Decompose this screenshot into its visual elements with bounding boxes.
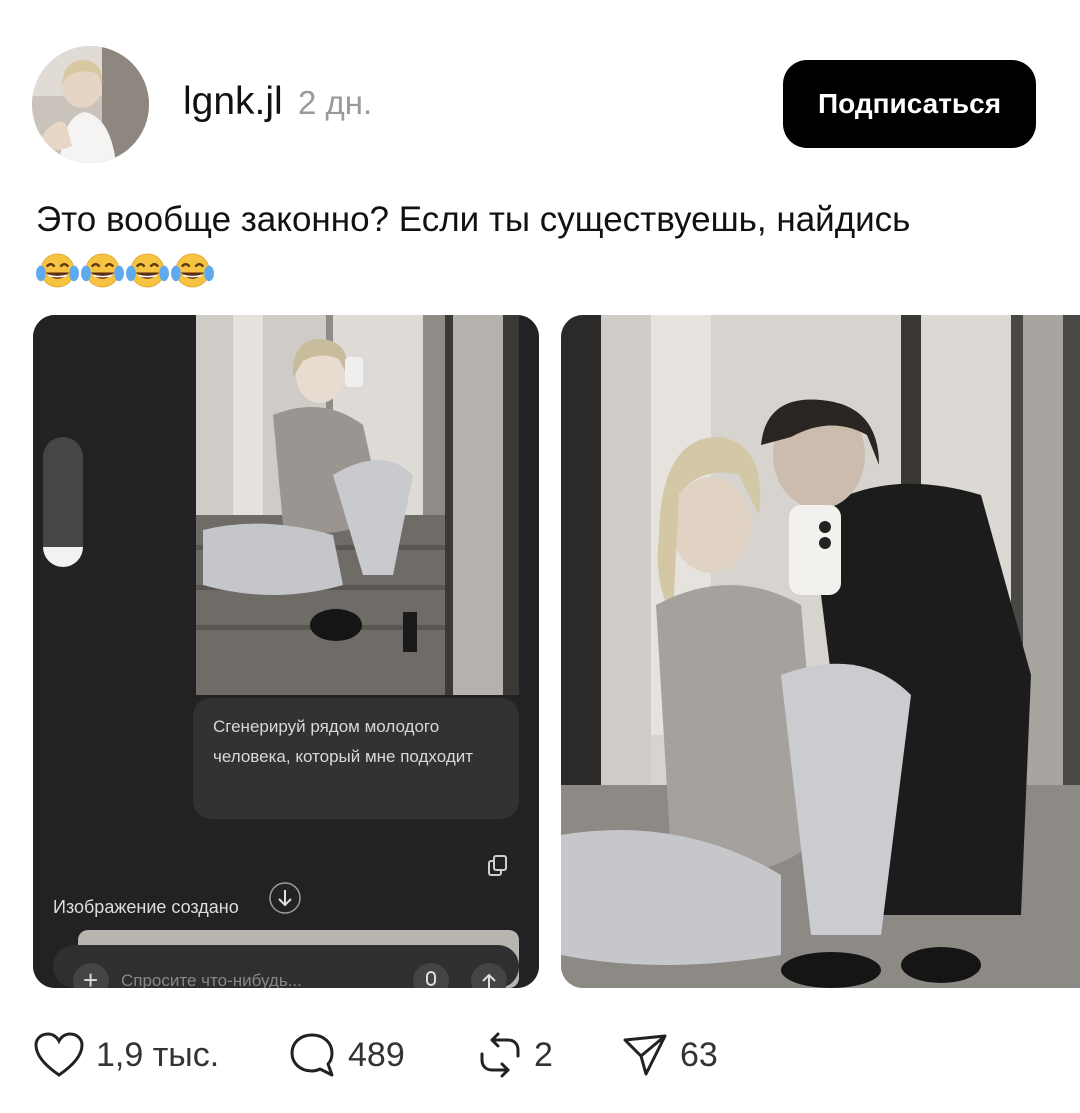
like-count: 1,9 тыс. xyxy=(96,1035,220,1074)
send-icon xyxy=(623,1034,667,1076)
image-created-caption: Изображение создано xyxy=(53,897,239,917)
username[interactable]: lgnk.jl xyxy=(183,80,283,124)
heart-icon xyxy=(34,1032,84,1077)
repost-icon xyxy=(480,1032,520,1078)
face-with-tears-of-joy-icon xyxy=(36,253,79,288)
comment-count: 489 xyxy=(348,1035,405,1074)
chat-prompt-bubble: Сгенерируй рядом молодого человека, кото… xyxy=(193,698,519,819)
face-with-tears-of-joy-icon xyxy=(171,253,214,288)
media-image-1[interactable]: Сгенерируй рядом молодого человека, кото… xyxy=(33,315,539,988)
post-text-line: Это вообще законно? Если ты существуешь,… xyxy=(36,200,911,239)
repost-count: 2 xyxy=(534,1035,553,1074)
face-with-tears-of-joy-icon xyxy=(81,253,124,288)
share-count: 63 xyxy=(680,1035,718,1074)
follow-button[interactable]: Подписаться xyxy=(783,60,1036,148)
avatar-photo xyxy=(32,46,149,163)
face-with-tears-of-joy-icon xyxy=(126,253,169,288)
copy-icon[interactable] xyxy=(488,855,508,877)
avatar[interactable] xyxy=(32,46,149,163)
post-time: 2 дн. xyxy=(298,84,373,121)
scroll-down-icon[interactable] xyxy=(268,881,302,915)
post-text: Это вообще законно? Если ты существуешь,… xyxy=(36,196,1046,292)
emoji-row xyxy=(36,245,1046,292)
comment-icon xyxy=(290,1033,334,1077)
share-action[interactable]: 63 xyxy=(622,1030,718,1080)
comment-action[interactable]: 489 xyxy=(288,1030,405,1080)
plus-icon[interactable]: + xyxy=(83,965,98,988)
couple-photo xyxy=(561,315,1080,988)
send-arrow-icon[interactable] xyxy=(479,971,499,988)
like-action[interactable]: 1,9 тыс. xyxy=(34,1030,219,1080)
media-image-2[interactable] xyxy=(561,315,1080,988)
chat-input-placeholder[interactable]: Спросите что-нибудь... xyxy=(121,971,302,988)
mic-icon[interactable] xyxy=(423,971,439,988)
repost-action[interactable]: 2 xyxy=(478,1030,553,1080)
